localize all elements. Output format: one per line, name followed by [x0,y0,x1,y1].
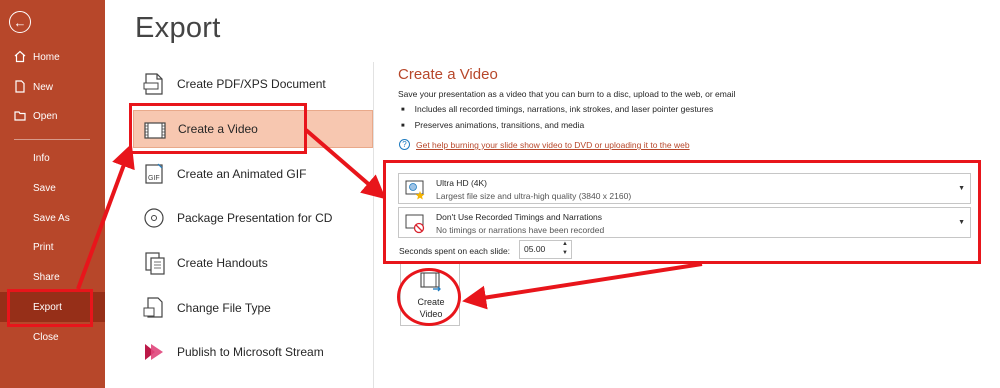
file-type-icon [143,297,163,318]
option-create-pdf-xps[interactable]: Create PDF/XPS Document [133,65,373,103]
sidebar-item-label: Open [33,110,58,122]
arrow-settings-to-create [462,262,703,310]
gif-icon: GIF [145,163,163,184]
page-title: Export [135,12,221,44]
cd-icon [144,208,164,228]
option-label: Publish to Microsoft Stream [177,345,324,359]
detail-title: Create a Video [398,66,498,83]
detail-bullet: Includes all recorded timings, narration… [401,104,714,114]
sidebar-item-home[interactable]: Home [0,42,105,72]
option-create-animated-gif[interactable]: GIF Create an Animated GIF [133,155,373,193]
sidebar-item-print[interactable]: Print [0,232,105,262]
sidebar-divider [14,139,90,140]
sidebar-item-open[interactable]: Open [0,101,105,131]
sidebar-item-label: Save [33,182,56,194]
annotation-circle-create-button [397,268,461,326]
svg-text:GIF: GIF [148,175,160,182]
help-link[interactable]: Get help burning your slide show video t… [416,140,690,150]
back-arrow-icon[interactable]: ← [9,11,31,33]
pdf-document-icon [143,73,163,95]
option-create-handouts[interactable]: Create Handouts [133,244,373,282]
sidebar-item-new[interactable]: New [0,72,105,102]
annotation-box-settings [383,160,981,264]
sidebar-item-label: Close [33,331,59,343]
option-label: Package Presentation for CD [177,211,333,225]
panel-divider [373,62,374,388]
sidebar-item-label: Save As [33,212,70,224]
sidebar-item-label: Share [33,271,60,283]
option-label: Create PDF/XPS Document [177,77,326,91]
option-label: Change File Type [177,301,271,315]
option-label: Create an Animated GIF [177,167,307,181]
option-change-file-type[interactable]: Change File Type [133,289,373,327]
stream-icon [145,344,163,360]
sidebar-item-label: New [33,81,54,93]
detail-description: Save your presentation as a video that y… [398,89,736,99]
sidebar-item-save[interactable]: Save [0,173,105,203]
option-publish-to-stream[interactable]: Publish to Microsoft Stream [133,333,373,371]
annotation-box-create-video [129,103,307,154]
annotation-box-export [7,289,93,327]
sidebar-item-info[interactable]: Info [0,143,105,173]
sidebar-item-label: Info [33,152,50,164]
detail-bullet: Preserves animations, transitions, and m… [401,120,585,130]
new-document-icon [15,80,25,93]
sidebar-item-label: Home [33,51,60,63]
home-icon [14,50,26,63]
backstage-sidebar: ← Home New Open Info Save Save As Print … [0,0,105,388]
folder-icon [14,111,26,121]
handouts-icon [145,252,165,275]
option-package-for-cd[interactable]: Package Presentation for CD [133,199,373,237]
sidebar-item-save-as[interactable]: Save As [0,203,105,233]
help-icon: ? [399,139,410,150]
sidebar-item-label: Print [33,241,54,253]
sidebar-item-share[interactable]: Share [0,262,105,292]
option-label: Create Handouts [177,256,268,270]
